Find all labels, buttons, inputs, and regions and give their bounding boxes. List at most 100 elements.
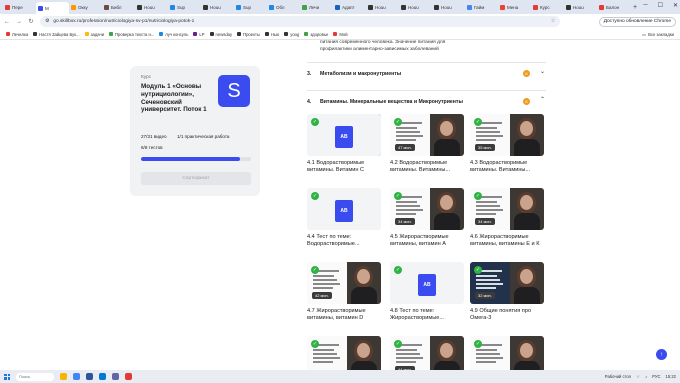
browser-tab[interactable]: Окку: [69, 2, 102, 13]
tab-label: Ноuu: [144, 4, 155, 10]
app-icon[interactable]: [125, 373, 132, 380]
bookmark-item[interactable]: yoog: [284, 32, 299, 37]
lesson-card[interactable]: AB ✓ 4.8 Тест по теме: Жирорастворимые...: [390, 262, 464, 322]
browser-tab[interactable]: Библ: [102, 2, 135, 13]
tab-label: Библ: [111, 4, 122, 10]
lesson-card[interactable]: 34 мин. ✓ 4.6 Жирорастворимые витамины, ви…: [470, 188, 544, 248]
language-indicator[interactable]: РУС: [652, 374, 660, 379]
mail-icon[interactable]: [99, 373, 106, 380]
browser-tab[interactable]: Курс: [531, 2, 564, 13]
video-thumbnail: 32 мин. ✓: [470, 262, 544, 304]
lesson-card[interactable]: ✓: [307, 336, 381, 370]
lesson-card[interactable]: 35 мин. ✓ 4.3 Водорастворимые витамины. Ви…: [470, 114, 544, 174]
browser-tab[interactable]: Sup: [168, 2, 201, 13]
lesson-card[interactable]: 44 мин. ✓: [390, 336, 464, 370]
bookmark-item[interactable]: здоровье: [304, 32, 328, 37]
lesson-title: 4.2 Водорастворимые витамины. Витамины..…: [390, 160, 451, 174]
lecturer-image: [510, 114, 544, 156]
taskbar-search-input[interactable]: Поиск: [16, 372, 54, 381]
tray-label[interactable]: Рабочий стол: [605, 374, 631, 379]
site-info-icon[interactable]: ⚙: [45, 19, 49, 24]
lesson-card[interactable]: AB ✓: [307, 114, 381, 156]
forward-icon[interactable]: →: [16, 19, 22, 25]
window-controls: ─ ☐ ✕: [643, 2, 678, 9]
file-explorer-icon[interactable]: [60, 373, 67, 380]
bookmark-item[interactable]: Настя Зайцева Бук...: [33, 32, 80, 37]
bookmark-item[interactable]: Проекты: [237, 32, 260, 37]
tab-label: Пере: [12, 4, 23, 10]
tests-count: 6/8 тестов: [141, 145, 163, 150]
lesson-card[interactable]: 47 мин. ✓ 4.2 Водорастворимые витамины. Ви…: [390, 114, 464, 174]
browser-tab[interactable]: Ноuu: [432, 2, 465, 13]
lesson-card[interactable]: 32 мин. ✓ 4.9 Общие понятия про Омега-3: [470, 262, 544, 322]
browser-tab[interactable]: Лечи: [300, 2, 333, 13]
url-input[interactable]: ⚙ go.skillbox.ru/profession/nutriciologi…: [40, 16, 560, 27]
bookmark-item[interactable]: Лечилка: [6, 32, 28, 37]
all-bookmarks-folder[interactable]: ▭ Все закладки: [642, 32, 674, 37]
bookmark-item[interactable]: луч консуль: [159, 32, 188, 37]
chevron-up-icon[interactable]: ⌃: [540, 96, 545, 103]
tab-label: Ноuu: [441, 4, 452, 10]
browser-tab[interactable]: Ноuu: [201, 2, 234, 13]
practical-count: 1/1 практическая работа: [177, 134, 230, 139]
bookmark-item[interactable]: задачи: [84, 32, 104, 37]
lesson-card[interactable]: 34 мин. ✓ 4.5 Жирорастворимые витамины, ви…: [390, 188, 464, 248]
lesson-card[interactable]: 42 мин. ✓ 4.7 Жирорастворимые витамины, ви…: [307, 262, 381, 322]
browser-tab[interactable]: Ноuu: [135, 2, 168, 13]
close-icon[interactable]: ✕: [673, 2, 678, 9]
bookmark-star-icon[interactable]: ☆: [551, 19, 555, 24]
browser-tab[interactable]: М: [36, 2, 69, 14]
completed-check-icon: ✓: [394, 192, 402, 200]
volume-icon[interactable]: ♪: [645, 374, 647, 379]
browser-tab[interactable]: Балон: [597, 2, 630, 13]
bookmark-item[interactable]: LP: [193, 32, 205, 37]
bookmark-item[interactable]: Проверка текста н...: [109, 32, 154, 37]
browser-tab[interactable]: Sup: [234, 2, 267, 13]
reload-icon[interactable]: ↻: [28, 18, 34, 25]
new-tab-button[interactable]: +: [630, 4, 640, 11]
tab-favicon-icon: [368, 4, 373, 10]
wifi-icon[interactable]: ⌔: [636, 374, 640, 380]
lesson-title: 4.5 Жирорастворимые витамины, витамин А: [390, 234, 449, 248]
back-icon[interactable]: ←: [4, 19, 10, 25]
certificate-button[interactable]: Сертификат: [141, 172, 251, 185]
tab-favicon-icon: [236, 4, 241, 10]
bookmark-favicon-icon: [333, 32, 338, 36]
teams-icon[interactable]: [112, 373, 119, 380]
section-3-header[interactable]: 3. Метаболизм и макронутриенты 6 ⌄: [307, 62, 546, 84]
browser-tab[interactable]: Адапт: [333, 2, 366, 13]
bookmark-item[interactable]: Мой: [333, 32, 348, 37]
chrome-icon[interactable]: [73, 373, 80, 380]
maximize-icon[interactable]: ☐: [658, 2, 663, 9]
scroll-to-top-button[interactable]: ↑: [656, 349, 667, 360]
tab-label: Ноuu: [408, 4, 419, 10]
video-thumbnail: 42 мин. ✓: [307, 262, 381, 304]
browser-tab[interactable]: Ноuu: [564, 2, 597, 13]
browser-tab[interactable]: Обл: [267, 2, 300, 13]
browser-tab[interactable]: Гайм: [465, 2, 498, 13]
clock[interactable]: 15:22: [666, 374, 676, 379]
windows-start-icon[interactable]: [4, 373, 10, 380]
browser-tab[interactable]: Мена: [498, 2, 531, 13]
browser-tab[interactable]: Пере: [3, 2, 36, 13]
lesson-card[interactable]: AB ✓ 4.4 Тест по теме: Водорастворимые...: [307, 188, 381, 248]
bookmark-item[interactable]: newsday: [209, 32, 232, 37]
tab-favicon-icon: [335, 4, 340, 10]
tab-favicon-icon: [599, 4, 604, 10]
tab-label: Sup: [177, 4, 186, 10]
browser-tab[interactable]: Ноuu: [399, 2, 432, 13]
videos-count: 27/31 видео: [141, 134, 167, 139]
tab-favicon-icon: [137, 4, 142, 10]
chrome-update-button[interactable]: Доступно обновление Chrome: [598, 16, 676, 27]
lesson-card[interactable]: ✓: [470, 336, 544, 370]
tab-label: Ноuu: [573, 4, 584, 10]
lecturer-image: [347, 262, 381, 304]
word-icon[interactable]: [86, 373, 93, 380]
bookmark-item[interactable]: Нью: [264, 32, 279, 37]
chevron-down-icon[interactable]: ⌄: [540, 68, 545, 75]
video-thumbnail: 44 мин. ✓: [390, 336, 464, 370]
course-label: Курс: [141, 75, 152, 80]
section-4-header[interactable]: 4. Витамины. Минеральные вещества и Микр…: [307, 90, 546, 112]
minimize-icon[interactable]: ─: [643, 2, 647, 9]
browser-tab[interactable]: Ноuu: [366, 2, 399, 13]
